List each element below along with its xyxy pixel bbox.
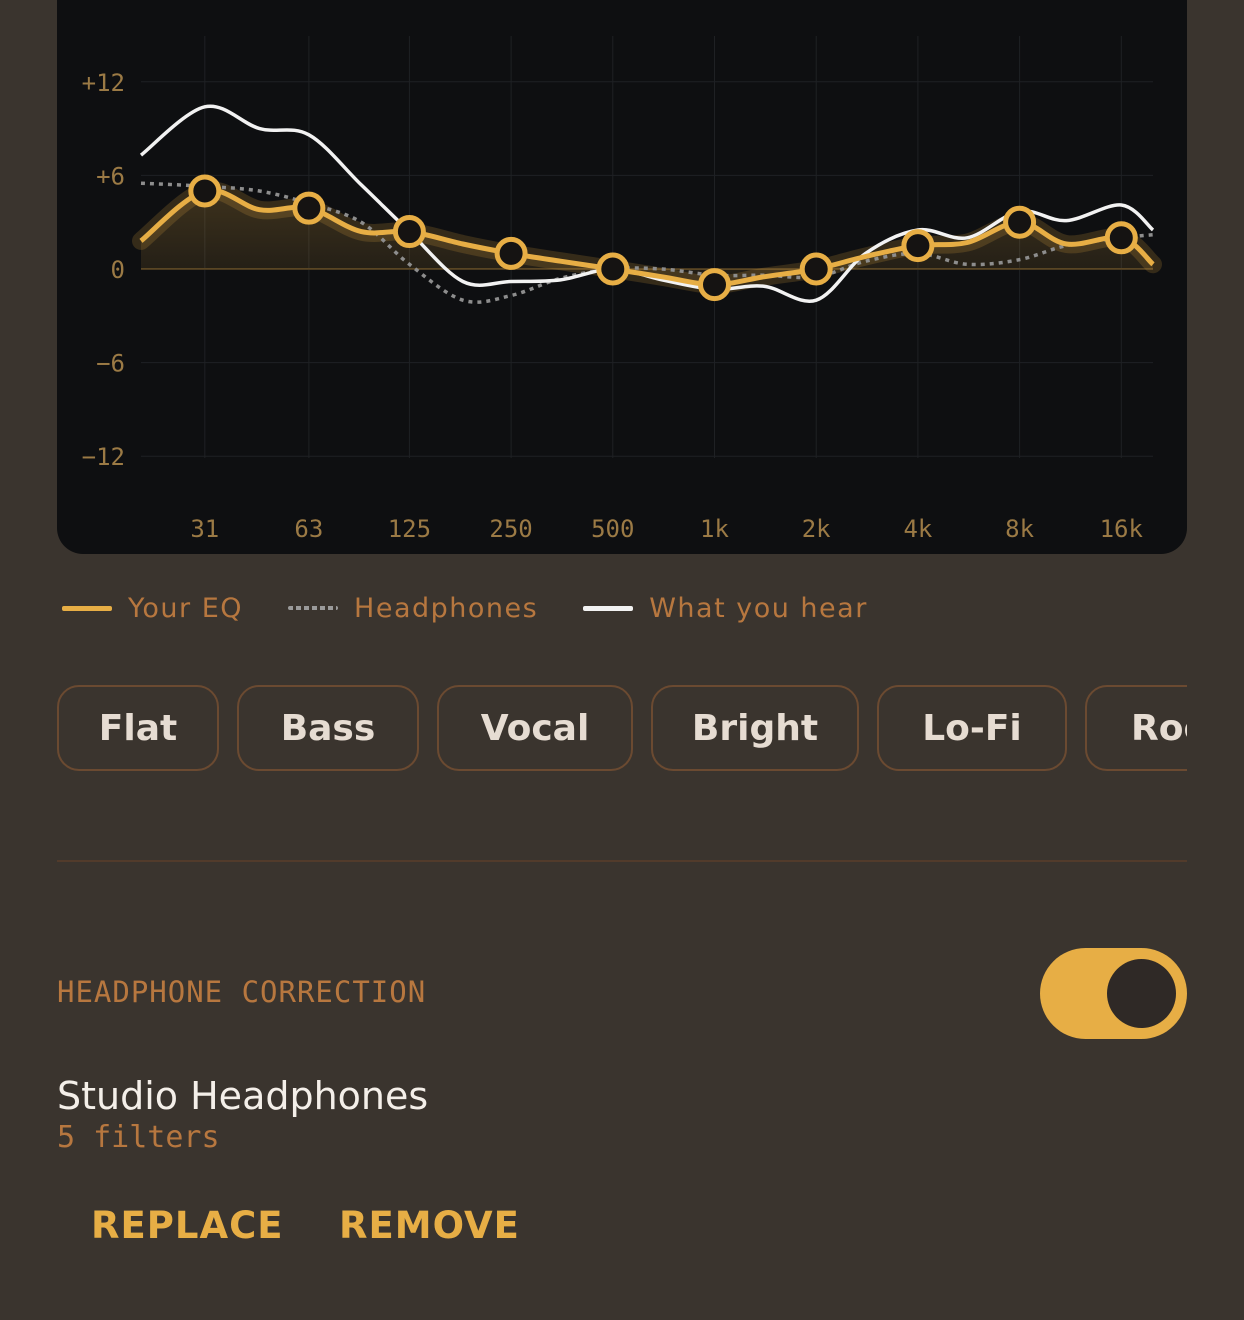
y-tick-label: +12 (82, 69, 125, 97)
correction-title: HEADPHONE CORRECTION (57, 975, 427, 1009)
preset-chip-rock[interactable]: Rock (1085, 685, 1187, 771)
eq-band-handle-500[interactable] (596, 252, 630, 286)
preset-chip-bass[interactable]: Bass (237, 685, 419, 771)
eq-band-handle-2k[interactable] (799, 252, 833, 286)
y-tick-label: −12 (82, 443, 125, 471)
y-tick-label: 0 (111, 256, 125, 284)
x-tick-label: 250 (489, 515, 532, 543)
x-tick-label: 125 (388, 515, 431, 543)
eq-band-handle-8k[interactable] (1003, 205, 1037, 239)
eq-band-handle-1k[interactable] (698, 268, 731, 302)
legend-item-hear: What you hear (578, 593, 868, 624)
eq-band-handle-31[interactable] (188, 174, 222, 208)
x-tick-label: 16k (1100, 515, 1144, 543)
remove-button[interactable]: REMOVE (339, 1204, 520, 1247)
y-tick-label: +6 (96, 162, 125, 190)
device-filter-count: 5 filters (57, 1120, 220, 1155)
preset-row[interactable]: Flat Bass Vocal Bright Lo-Fi Rock (57, 685, 1187, 777)
x-tick-label: 4k (903, 515, 932, 543)
graph-legend: Your EQ Headphones What you hear (57, 588, 908, 628)
legend-swatch-headphones (288, 606, 339, 610)
toggle-knob (1107, 959, 1176, 1028)
x-tick-label: 1k (700, 515, 729, 543)
preset-chip-lofi[interactable]: Lo-Fi (877, 685, 1067, 771)
preset-chip-bright[interactable]: Bright (651, 685, 859, 771)
legend-item-headphones: Headphones (283, 593, 538, 624)
legend-label-hear: What you hear (649, 592, 868, 624)
x-tick-label: 63 (294, 515, 323, 543)
eq-graph-svg[interactable]: +12 +6 0 −6 −12 31 63 125 250 500 1k 2k 4k 8k 16k (57, 0, 1187, 554)
eq-band-handle-250[interactable] (494, 236, 528, 270)
legend-swatch-hear (583, 605, 634, 611)
x-tick-label: 8k (1005, 515, 1034, 543)
legend-label-headphones: Headphones (354, 592, 539, 624)
x-tick-label: 31 (190, 515, 219, 543)
preset-chip-vocal[interactable]: Vocal (437, 685, 633, 771)
eq-band-handle-16k[interactable] (1104, 221, 1138, 255)
legend-item-eq: Your EQ (57, 593, 243, 624)
x-tick-label: 500 (591, 515, 634, 543)
replace-button[interactable]: REPLACE (91, 1204, 284, 1247)
section-divider (57, 860, 1187, 862)
preset-chip-flat[interactable]: Flat (57, 685, 219, 771)
legend-label-eq: Your EQ (128, 592, 244, 624)
device-name: Studio Headphones (57, 1074, 429, 1118)
x-tick-label: 2k (802, 515, 831, 543)
eq-graph[interactable]: +12 +6 0 −6 −12 31 63 125 250 500 1k 2k 4k 8k 16k (57, 0, 1187, 554)
legend-swatch-eq (62, 605, 112, 611)
eq-band-handle-63[interactable] (292, 191, 326, 225)
correction-toggle[interactable] (1040, 948, 1187, 1039)
y-tick-label: −6 (96, 350, 125, 378)
eq-band-handle-4k[interactable] (901, 229, 935, 263)
eq-band-handle-125[interactable] (392, 215, 426, 249)
